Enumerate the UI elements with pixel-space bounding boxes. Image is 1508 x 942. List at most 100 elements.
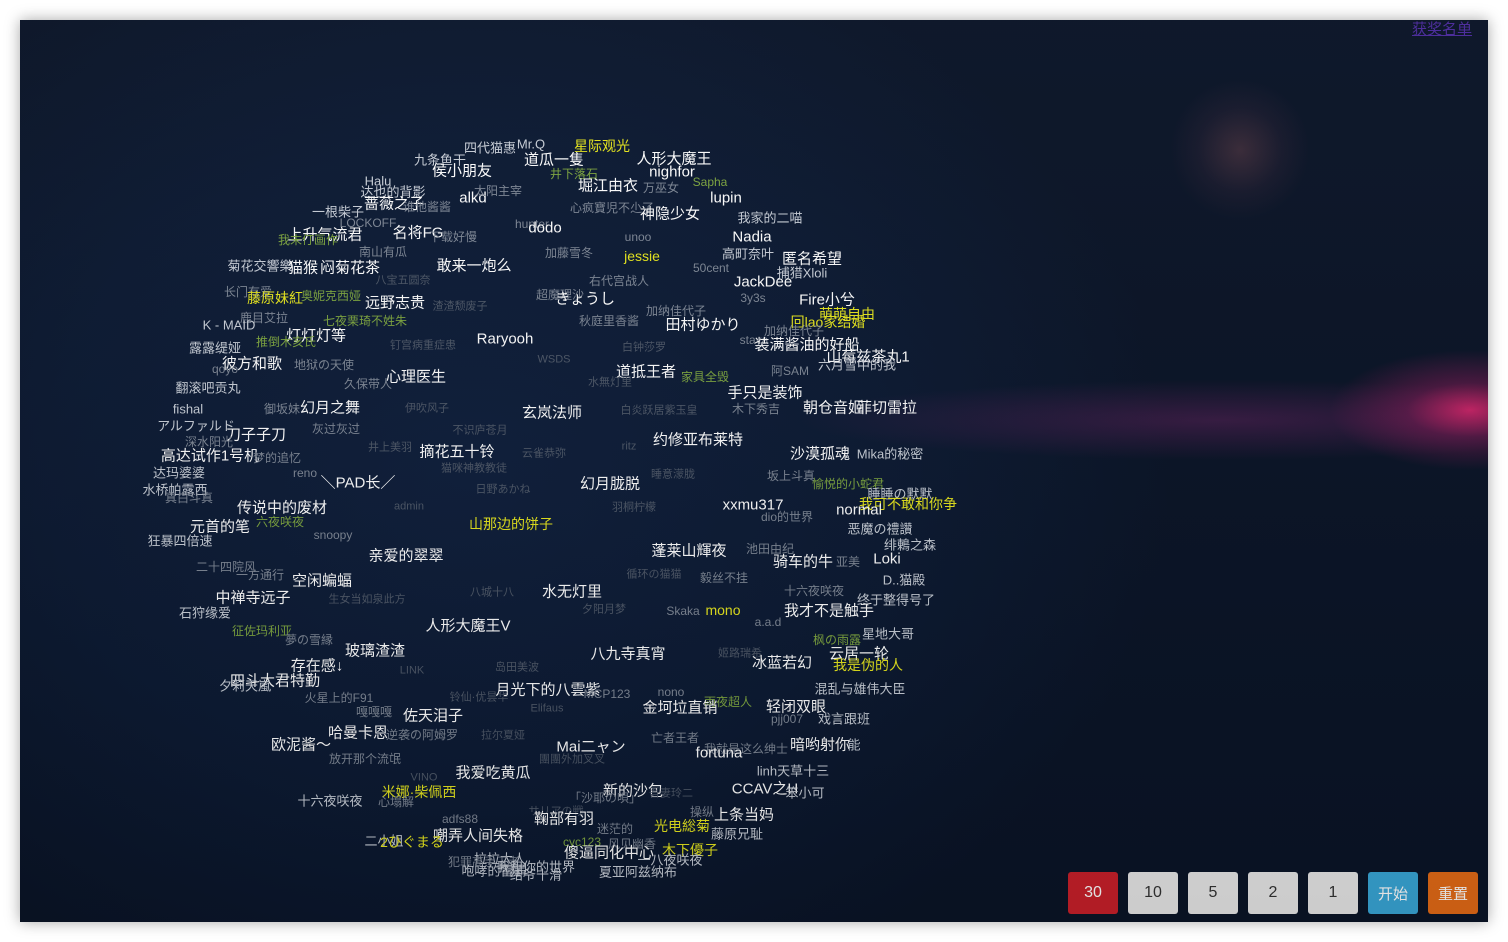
participant-name-tag: 夕阳月梦 — [582, 603, 626, 616]
participant-name-tag: 灰过灰过 — [311, 422, 361, 436]
participant-name-tag: dio的世界 — [760, 510, 814, 524]
participant-name-tag: 闷菊花茶 — [319, 259, 381, 277]
participant-name-tag: 50cent — [692, 261, 730, 275]
participant-name-tag: 「沙耶の唄」 — [568, 791, 642, 805]
participant-name-tag: 中禅寺远子 — [215, 589, 291, 607]
participant-name-tag: 拉尔夏娅 — [481, 729, 525, 742]
participant-name-tag: adfs88 — [441, 812, 479, 826]
draw-count-1-button[interactable]: 1 — [1308, 872, 1358, 914]
participant-name-tag: 下载好慢 — [428, 230, 478, 244]
participant-name-tag: 谁他酱酱 — [402, 200, 452, 214]
participant-name-tag: 征佐玛利亚 — [231, 624, 293, 638]
participant-name-tag: 夢の雪縁 — [284, 633, 334, 647]
participant-name-tag: 堀江由衣 — [577, 177, 639, 195]
participant-name-tag: 结爷十滑 — [509, 867, 563, 883]
participant-name-tag: fortuna — [695, 744, 743, 762]
participant-name-tag: 远野志贵 — [364, 294, 426, 312]
participant-name-tag: Skaka — [666, 604, 700, 618]
participant-name-tag: 朝仓音姬 — [802, 399, 864, 417]
participant-name-tag: 鞠部有羽 — [533, 810, 595, 828]
participant-name-tag: 南山有瓜 — [358, 245, 408, 259]
participant-name-tag: 枫の雨露 — [812, 633, 862, 647]
participant-name-tag: 菊花交響樂 — [227, 258, 293, 274]
participant-name-tag: 奥妮克西娅 — [300, 289, 362, 303]
participant-name-tag: Nadia — [732, 228, 772, 246]
participant-name-tag: Loki — [873, 550, 901, 568]
draw-count-30-button[interactable]: 30 — [1068, 872, 1118, 914]
participant-name-tag: normal — [836, 501, 882, 519]
participant-name-tag: 侯小朋友 — [431, 162, 493, 180]
participant-name-tag: 加纳佳代子 — [645, 304, 707, 318]
participant-name-tag: 玻璃渣渣 — [344, 642, 406, 660]
participant-name-tag: 高达试作1号机 — [160, 447, 260, 465]
participant-name-tag: 玄岚法师 — [521, 404, 583, 422]
start-button[interactable]: 开始 — [1368, 872, 1418, 914]
participant-name-tag: 露露缇娅 — [188, 340, 242, 356]
participant-name-tag: 菲切雷拉 — [856, 399, 918, 417]
participant-name-tag: 睡意濛胧 — [651, 468, 695, 481]
participant-name-tag: 渣渣颓废子 — [432, 300, 488, 313]
participant-name-tag: Mai二ャン — [556, 738, 626, 756]
participant-name-tag: 3y3s — [740, 291, 766, 305]
participant-name-tag: 白钟莎罗 — [622, 341, 666, 354]
participant-name-tag: ＼PAD长／ — [320, 474, 396, 492]
participant-name-tag: lupin — [710, 189, 742, 207]
participant-name-tag: 翻滚吧贡丸 — [175, 380, 241, 396]
participant-name-tag: 御坂妹 — [263, 402, 301, 416]
participant-name-tag: 八宝五圆奈 — [375, 274, 431, 287]
participant-name-tag: 存在感↓ — [290, 657, 344, 675]
participant-name-tag: 秋庭里香酱 — [578, 314, 640, 328]
participant-name-tag: a.a.d — [754, 615, 782, 629]
participant-name-tag: 十六夜咲夜 — [297, 793, 363, 809]
participant-name-tag: 猫猴 — [287, 259, 319, 277]
participant-name-tag: 井上美羽 — [368, 441, 412, 454]
participant-name-tag: 上条当妈 — [713, 806, 775, 824]
participant-name-tag: 加藤雪冬 — [544, 246, 594, 260]
participant-name-tag: 太阳主宰 — [473, 184, 523, 198]
participant-name-tag: 加纳佳代子 — [763, 324, 825, 338]
participant-name-tag: 十六夜咲夜 — [783, 584, 845, 598]
draw-count-5-button[interactable]: 5 — [1188, 872, 1238, 914]
participant-name-tag: 嘎嘎嘎 — [355, 705, 393, 719]
participant-name-tag: 伊吹风子 — [405, 402, 449, 415]
name-tag-cloud: Mr.Q 四代猫惠 星际观光 人形大魔王 九条鱼干 道瓜一隻 侯小朋友 井下落石 nighfor… — [20, 20, 1488, 922]
participant-name-tag: 能 — [847, 737, 861, 753]
participant-name-tag: 亲爱的翠翠 — [368, 547, 444, 565]
participant-name-tag: 深水阳光 — [184, 435, 234, 449]
participant-name-tag: mono — [705, 602, 741, 618]
participant-name-tag: 星地大哥 — [861, 626, 915, 642]
participant-name-tag: Mr.Q — [516, 136, 546, 152]
participant-name-tag: きょうし — [554, 290, 616, 308]
participant-name-tag: Elifaus — [530, 702, 564, 715]
participant-name-tag: 夕莉天嵐 — [218, 678, 272, 694]
draw-count-10-button[interactable]: 10 — [1128, 872, 1178, 914]
participant-name-tag: 光电総菊 — [654, 818, 710, 834]
participant-name-tag: 神隐少女 — [639, 205, 701, 223]
participant-name-tag: 亡者王者 — [650, 731, 700, 745]
participant-name-tag: MCP123 — [583, 687, 631, 701]
participant-name-tag: 2ひぐまる — [380, 834, 444, 850]
reset-button[interactable]: 重置 — [1428, 872, 1478, 914]
participant-name-tag: 木下秀吉 — [731, 402, 781, 416]
participant-name-tag: 云雀恭弥 — [522, 447, 566, 460]
participant-name-tag: 佐天泪子 — [402, 707, 464, 725]
participant-name-tag: 夏亚阿兹纳布 — [598, 864, 678, 880]
participant-name-tag: 约修亚布莱特 — [652, 431, 744, 449]
participant-name-tag: WSDS — [537, 353, 571, 366]
participant-name-tag: pjj007 — [770, 712, 804, 726]
participant-name-tag: ritz — [621, 440, 637, 453]
participant-name-tag: reno — [292, 466, 318, 480]
participant-name-tag: VINO — [410, 771, 438, 784]
participant-name-tag: 梦的追忆 — [252, 451, 302, 465]
draw-count-2-button[interactable]: 2 — [1248, 872, 1298, 914]
participant-name-tag: 循环の猫猫 — [626, 568, 682, 581]
participant-name-tag: 心塌解 — [377, 795, 415, 809]
participant-name-tag: 猫咪神教教徒 — [441, 462, 507, 475]
participant-name-tag: unoo — [624, 230, 652, 244]
participant-name-tag: 久保带人 — [343, 377, 393, 391]
participant-name-tag: 沙漠孤魂 — [789, 445, 851, 463]
participant-name-tag: 心理医生 — [385, 368, 447, 386]
participant-name-tag: 摘花五十铃 — [419, 443, 495, 461]
participant-name-tag: 一方通行 — [235, 568, 285, 582]
participant-name-tag: 日野あかね — [475, 483, 531, 496]
